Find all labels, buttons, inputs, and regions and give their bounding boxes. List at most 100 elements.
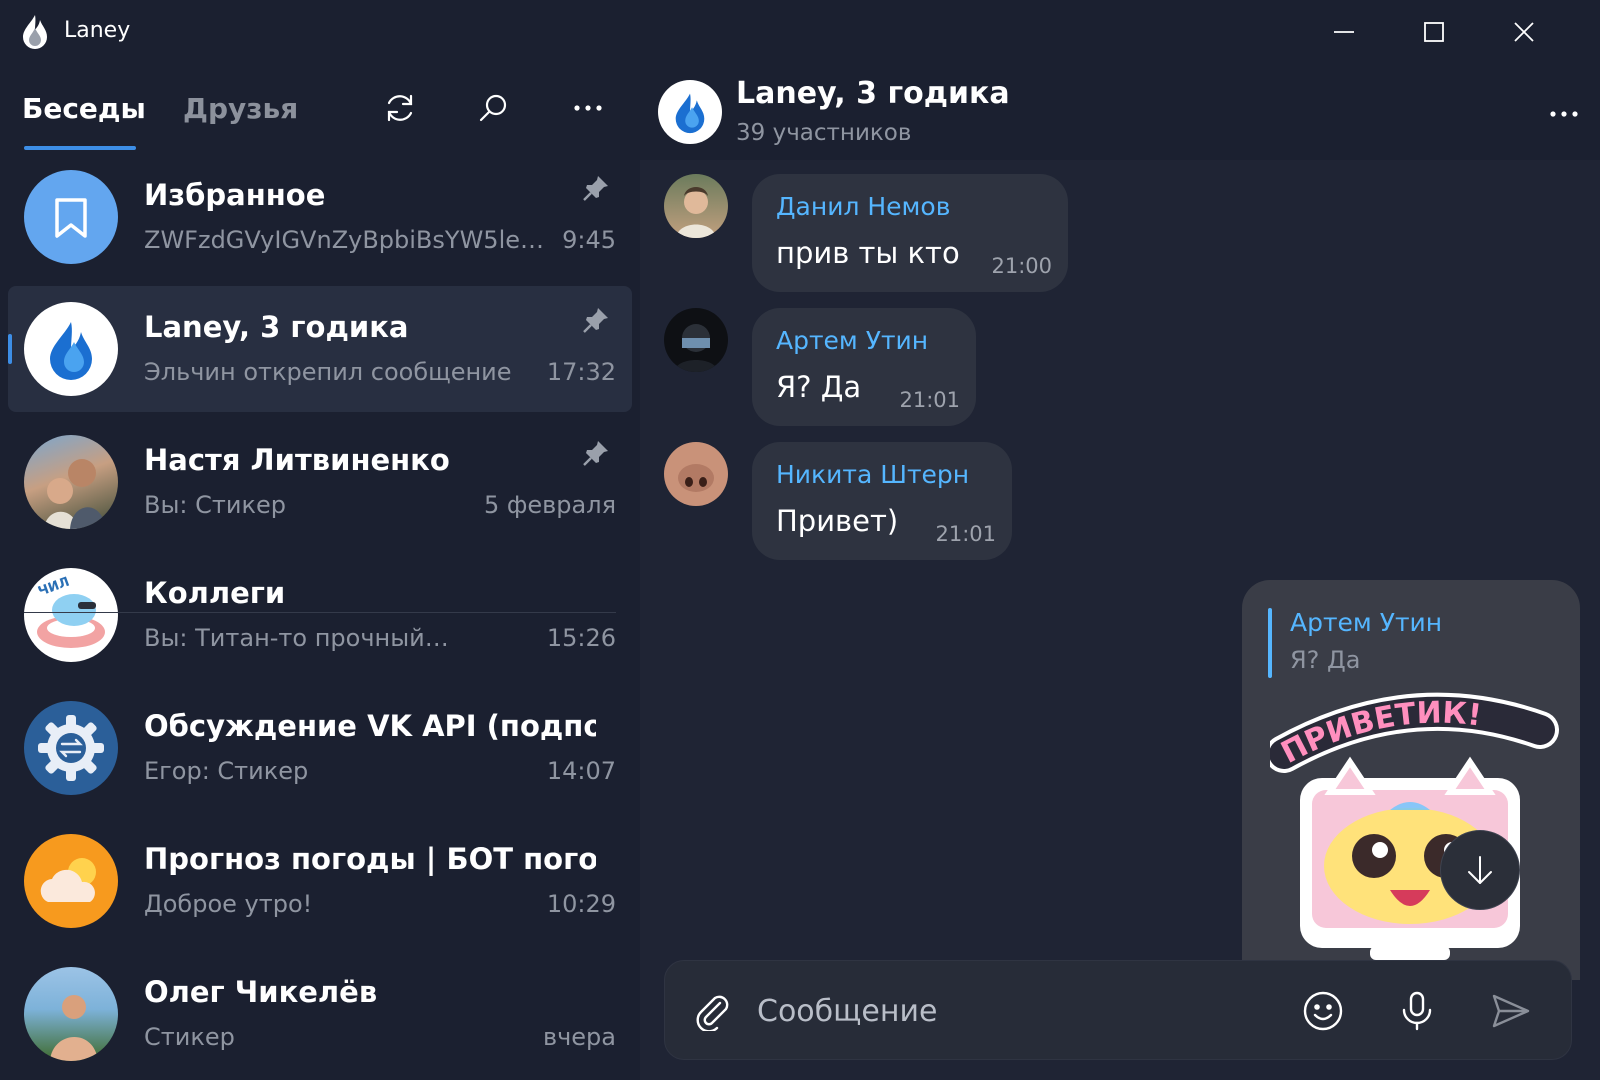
message-time: 21:01: [935, 522, 996, 546]
person-photo-icon: [674, 324, 718, 372]
refresh-button[interactable]: [378, 86, 422, 130]
message-text: Я? Да: [776, 370, 862, 404]
person-photo-icon: [50, 995, 98, 1061]
message-sender[interactable]: Данил Немов: [776, 192, 950, 221]
chat-time: 14:07: [546, 757, 616, 785]
app-title: Laney: [64, 18, 131, 43]
chat-name: Laney, 3 годика: [144, 310, 409, 344]
chat-time: 9:45: [562, 226, 616, 254]
bookmark-icon: [55, 198, 87, 238]
laney-logo-icon: [675, 93, 705, 134]
search-button[interactable]: [472, 86, 516, 130]
message-bubble: Артем Утин Я? Да 21:01: [752, 308, 976, 426]
svg-text:ПРИВЕТИК!: ПРИВЕТИК!: [1276, 695, 1484, 770]
avatar[interactable]: [664, 174, 728, 238]
message-composer: [664, 960, 1572, 1060]
conversation-panel: Laney, 3 годика 39 участников Данил Немо…: [640, 64, 1600, 1080]
gear-icon: [38, 715, 104, 781]
message-bubble: Данил Немов прив ты кто 21:00: [752, 174, 1068, 292]
chat-item-nastya[interactable]: Настя Литвиненко Вы: Стикер 5 февраля: [8, 419, 632, 545]
avatar: [24, 967, 118, 1061]
message-sender[interactable]: Артем Утин: [776, 326, 928, 355]
chat-name: Прогноз погоды | БОТ погода: [144, 842, 596, 876]
minimize-button[interactable]: [1298, 0, 1390, 64]
laney-logo-icon: [23, 15, 47, 49]
message-input[interactable]: [757, 983, 1277, 1039]
close-button[interactable]: [1478, 0, 1570, 64]
avatar: [24, 701, 118, 795]
maximize-icon: [1424, 22, 1444, 42]
chat-time: 10:29: [546, 890, 616, 918]
chat-time: вчера: [542, 1023, 616, 1051]
chat-time: 17:32: [546, 358, 616, 386]
chat-item-vk-api[interactable]: Обсуждение VK API (подполье) Егор: Стике…: [8, 685, 632, 811]
avatar: [24, 435, 118, 529]
chat-name: Избранное: [144, 178, 326, 212]
close-icon: [1514, 22, 1534, 42]
tab-conversations[interactable]: Беседы: [22, 92, 146, 125]
weather-icon: [40, 858, 96, 902]
sidebar: Беседы Друзья Избранное ZWFzdGVyIGVnZyBp: [0, 64, 640, 1080]
minimize-icon: [1334, 31, 1354, 33]
send-icon: [1492, 994, 1530, 1028]
reply-sender[interactable]: Артем Утин: [1290, 608, 1442, 637]
chat-item-weather-bot[interactable]: Прогноз погоды | БОТ погода Доброе утро!…: [8, 818, 632, 944]
chat-preview: Егор: Стикер: [144, 757, 309, 785]
more-icon: [1550, 111, 1578, 117]
message-sender[interactable]: Никита Штерн: [776, 460, 969, 489]
search-icon: [479, 94, 507, 122]
paperclip-icon: [696, 995, 729, 1031]
chat-time: 5 февраля: [483, 491, 616, 519]
chat-preview: Стикер: [144, 1023, 235, 1051]
conversation-title[interactable]: Laney, 3 годика: [736, 76, 1010, 111]
laney-logo-icon: [50, 322, 92, 380]
pin-icon: [583, 308, 608, 333]
message-text: Привет): [776, 504, 899, 538]
outgoing-message-bubble: Артем Утин Я? Да ПРИВЕТИК!: [1242, 580, 1580, 980]
pin-icon: [583, 441, 608, 466]
avatar[interactable]: [664, 308, 728, 372]
message-text: прив ты кто: [776, 236, 960, 270]
chat-name: Олег Чикелёв: [144, 975, 378, 1009]
avatar: ЧИЛ: [24, 568, 118, 662]
chat-name: Обсуждение VK API (подполье): [144, 709, 596, 743]
avatar: [24, 170, 118, 264]
message-time: 21:00: [991, 254, 1052, 278]
chat-item-colleagues[interactable]: ЧИЛ Коллеги Вы: Титан-то прочный… 15:26: [8, 552, 632, 678]
tab-friends[interactable]: Друзья: [183, 92, 298, 125]
pinned-divider: [24, 612, 616, 613]
avatar: [24, 302, 118, 396]
voice-button[interactable]: [1393, 987, 1441, 1035]
title-bar: Laney: [0, 0, 1600, 64]
sticker-image[interactable]: ПРИВЕТИК!: [1270, 690, 1560, 980]
sidebar-header: Беседы Друзья: [0, 64, 640, 152]
active-tab-indicator: [24, 146, 136, 150]
selection-marker: [8, 334, 12, 364]
chat-preview: Доброе утро!: [144, 890, 313, 918]
chat-preview: Вы: Титан-то прочный…: [144, 624, 449, 652]
chat-time: 15:26: [546, 624, 616, 652]
avatar[interactable]: [664, 442, 728, 506]
microphone-icon: [1402, 991, 1432, 1031]
chat-name: Настя Литвиненко: [144, 443, 450, 477]
sticker-text: ПРИВЕТИК!: [1276, 695, 1484, 770]
person-photo-icon: [678, 464, 714, 492]
attach-button[interactable]: [689, 987, 737, 1035]
more-icon: [574, 105, 602, 111]
person-photo-icon: [44, 459, 106, 529]
refresh-icon: [387, 94, 413, 122]
chat-item-favorites[interactable]: Избранное ZWFzdGVyIGVnZyBpbiBsYW5leSB… 9…: [8, 154, 632, 280]
maximize-button[interactable]: [1388, 0, 1480, 64]
conversation-avatar[interactable]: [658, 80, 722, 144]
send-button[interactable]: [1487, 987, 1535, 1035]
smiley-icon: [1303, 991, 1343, 1031]
emoji-button[interactable]: [1299, 987, 1347, 1035]
conversation-members: 39 участников: [736, 120, 912, 146]
chat-item-oleg[interactable]: Олег Чикелёв Стикер вчера: [8, 951, 632, 1077]
more-button[interactable]: [566, 86, 610, 130]
message-bubble: Никита Штерн Привет) 21:01: [752, 442, 1012, 560]
conversation-more-button[interactable]: [1542, 92, 1586, 136]
chat-preview: ZWFzdGVyIGVnZyBpbiBsYW5leSB…: [144, 226, 544, 254]
scroll-down-button[interactable]: [1440, 830, 1520, 910]
chat-item-laney[interactable]: Laney, 3 годика Эльчин открепил сообщени…: [8, 286, 632, 412]
